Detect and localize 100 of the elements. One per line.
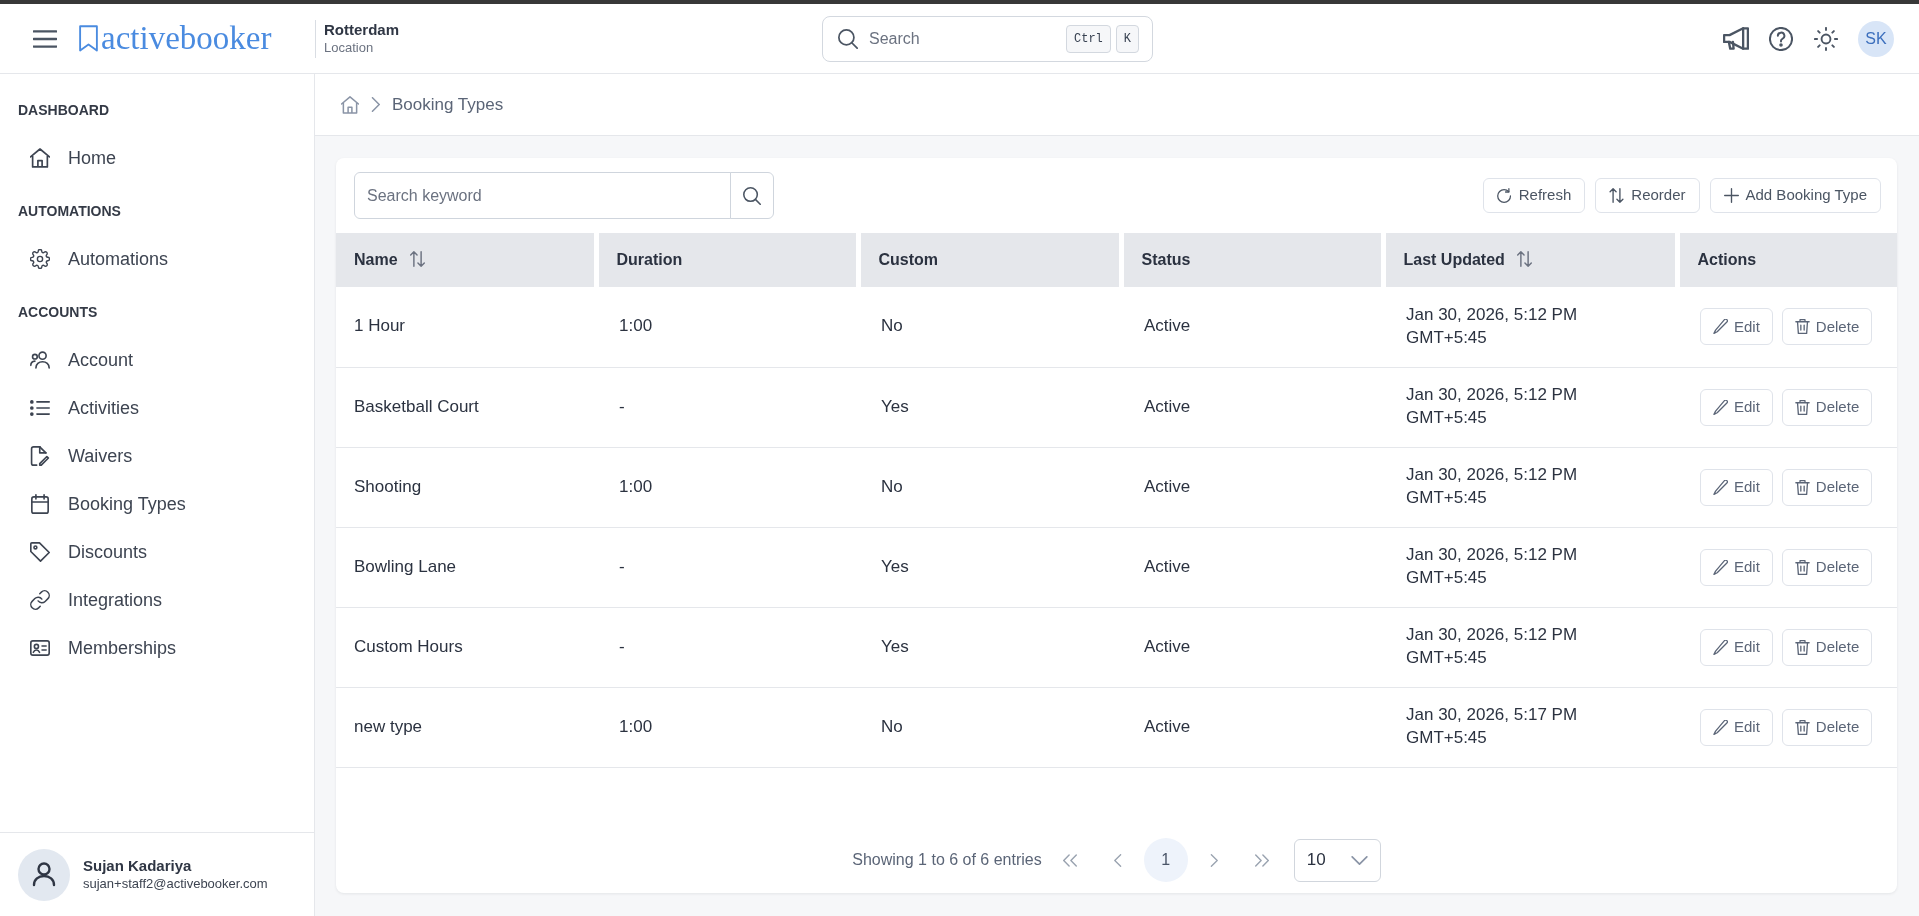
- table-cell: Active: [1121, 287, 1383, 367]
- trash-icon: [1794, 559, 1810, 575]
- table-cell: Custom Hours: [336, 607, 596, 687]
- gear-icon: [30, 249, 50, 269]
- avatar-button[interactable]: SK: [1858, 20, 1894, 57]
- table-cell: Yes: [858, 367, 1121, 447]
- page-size-select[interactable]: 10: [1293, 838, 1381, 882]
- menu-icon: [33, 29, 57, 48]
- search-field[interactable]: Search keyword: [354, 172, 731, 219]
- delete-button[interactable]: Delete: [1781, 468, 1873, 506]
- trash-icon: [1794, 719, 1810, 735]
- column-header: Actions: [1677, 233, 1897, 287]
- edit-button[interactable]: Edit: [1700, 468, 1773, 506]
- user-avatar-icon: [18, 848, 70, 901]
- table-cell: 1:00: [596, 687, 858, 767]
- edit-button[interactable]: Edit: [1700, 708, 1773, 746]
- calendar-icon: [30, 494, 50, 514]
- edit-button[interactable]: Edit: [1700, 308, 1773, 346]
- user-email: sujan+staff2@activebooker.com: [83, 875, 268, 893]
- table-cell: new type: [336, 687, 596, 767]
- sidebar-item[interactable]: Discounts: [12, 528, 302, 576]
- delete-button[interactable]: Delete: [1781, 548, 1873, 586]
- table-cell: -: [596, 367, 858, 447]
- trash-icon: [1794, 479, 1810, 495]
- pencil-icon: [1713, 559, 1728, 575]
- trash-icon: [1794, 639, 1810, 655]
- pencil-icon: [1713, 319, 1728, 335]
- bookmark-icon: [79, 25, 98, 52]
- table-cell: Jan 30, 2026, 5:12 PM GMT+5:45: [1383, 447, 1677, 527]
- sidebar-section-title: ACCOUNTS: [17, 303, 99, 322]
- sort-arrows-icon[interactable]: [409, 251, 425, 267]
- column-header[interactable]: Last Updated: [1383, 233, 1677, 287]
- user-name: Sujan Kadariya: [83, 856, 193, 876]
- column-header: Status: [1121, 233, 1383, 287]
- table-cell: No: [858, 687, 1121, 767]
- table-cell: Active: [1121, 367, 1383, 447]
- edit-button[interactable]: Edit: [1700, 628, 1773, 666]
- id-card-icon: [30, 638, 50, 658]
- pencil-icon: [1713, 399, 1728, 415]
- table-cell: Jan 30, 2026, 5:12 PM GMT+5:45: [1383, 607, 1677, 687]
- list-icon: [30, 398, 50, 418]
- search-icon: [838, 28, 858, 49]
- edit-button[interactable]: Edit: [1700, 388, 1773, 426]
- sidebar-item[interactable]: Account: [12, 336, 302, 384]
- table-cell: Active: [1121, 447, 1383, 527]
- house-icon[interactable]: [341, 95, 359, 114]
- location-label: Location: [324, 39, 375, 56]
- page-button[interactable]: 1: [1143, 838, 1188, 882]
- table-cell: Shooting: [336, 447, 596, 527]
- column-header[interactable]: Name: [336, 233, 596, 287]
- sort-arrows-icon[interactable]: [1516, 251, 1532, 267]
- edit-button[interactable]: Edit: [1700, 548, 1773, 586]
- table-cell: Bowling Lane: [336, 527, 596, 607]
- table-cell: Active: [1121, 527, 1383, 607]
- delete-button[interactable]: Delete: [1781, 628, 1873, 666]
- link-icon: [30, 590, 50, 610]
- sidebar-section-title: DASHBOARD: [17, 101, 110, 120]
- delete-button[interactable]: Delete: [1781, 708, 1873, 746]
- delete-button[interactable]: Delete: [1781, 388, 1873, 426]
- table-cell: -: [596, 527, 858, 607]
- megaphone-icon: [1723, 27, 1749, 50]
- table-cell: Active: [1121, 687, 1383, 767]
- pencil-icon: [1713, 639, 1728, 655]
- table-cell: Yes: [858, 527, 1121, 607]
- sidebar-item[interactable]: Activities: [12, 384, 302, 432]
- table-cell: -: [596, 607, 858, 687]
- trash-icon: [1794, 399, 1810, 415]
- sidebar-item[interactable]: Waivers: [12, 432, 302, 480]
- pencil-icon: [1713, 479, 1728, 495]
- document-pen-icon: [30, 446, 50, 466]
- add-button[interactable]: Add Booking Type: [1709, 178, 1881, 213]
- table-cell: No: [858, 287, 1121, 367]
- table-cell: 1 Hour: [336, 287, 596, 367]
- house-icon: [30, 148, 50, 168]
- table-cell: Yes: [858, 607, 1121, 687]
- table-cell: 1:00: [596, 447, 858, 527]
- sidebar-item[interactable]: Memberships: [12, 624, 302, 672]
- location-name[interactable]: Rotterdam: [324, 21, 822, 40]
- people-icon: [30, 350, 50, 370]
- search-icon: [743, 186, 761, 205]
- double-chevron-right-icon: [1254, 853, 1269, 867]
- table-cell: Jan 30, 2026, 5:12 PM GMT+5:45: [1383, 367, 1677, 447]
- table-cell: Active: [1121, 607, 1383, 687]
- sidebar-item[interactable]: Booking Types: [12, 480, 302, 528]
- sidebar-item[interactable]: Integrations: [12, 576, 302, 624]
- trash-icon: [1794, 319, 1810, 335]
- delete-button[interactable]: Delete: [1781, 308, 1873, 346]
- help-icon: [1769, 26, 1793, 51]
- table-cell: Jan 30, 2026, 5:12 PM GMT+5:45: [1383, 527, 1677, 607]
- column-header: Custom: [858, 233, 1121, 287]
- refresh-button[interactable]: Refresh: [1482, 178, 1586, 213]
- table-cell: Jan 30, 2026, 5:12 PM GMT+5:45: [1383, 287, 1677, 367]
- chevron-right-icon: [371, 97, 380, 112]
- circular-arrow-icon: [1496, 188, 1512, 203]
- search-button[interactable]: [730, 172, 774, 219]
- reorder-button[interactable]: Reorder: [1595, 178, 1700, 213]
- breadcrumb-current: Booking Types: [392, 93, 504, 116]
- sidebar-item[interactable]: Home: [12, 134, 302, 182]
- sidebar-item[interactable]: Automations: [12, 235, 302, 283]
- table-cell: Basketball Court: [336, 367, 596, 447]
